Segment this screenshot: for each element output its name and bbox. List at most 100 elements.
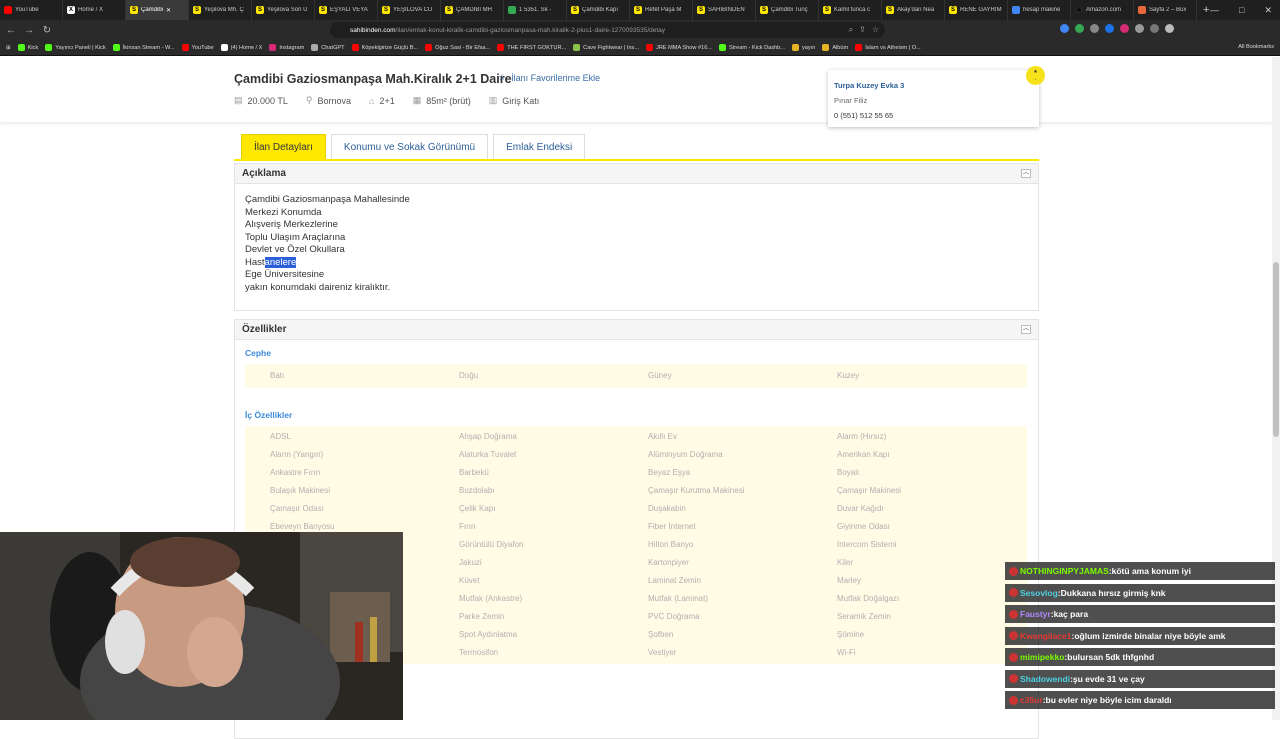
browser-tab[interactable]: S Çamdibi Kapı [567, 0, 630, 20]
profile-icon[interactable] [1165, 24, 1174, 33]
apps-icon[interactable]: ⊞ [6, 45, 11, 51]
collapse-icon[interactable]: ︿ [1021, 325, 1031, 334]
browser-tab[interactable]: 1 5351. Sk - [504, 0, 567, 20]
browser-tab[interactable]: S RENE GAYRİM [945, 0, 1008, 20]
bookmark-item[interactable]: (4) Home / X [220, 44, 263, 51]
bookmark-item[interactable]: Instagram [269, 44, 304, 51]
tab-favicon-icon [1138, 6, 1146, 14]
bookmark-favicon-icon [855, 44, 863, 51]
browser-tab[interactable]: S SAHİBİNDEN [693, 0, 756, 20]
agent-badge-icon: ★ ◦ [1026, 66, 1045, 85]
search-icon[interactable]: ⌕ [849, 25, 853, 35]
extension-icon[interactable] [1060, 24, 1069, 33]
back-icon[interactable]: ← [4, 25, 18, 36]
bookmark-favicon-icon [718, 44, 726, 51]
bookmark-label: (4) Home / X [230, 44, 263, 51]
minimize-icon[interactable]: — [1210, 5, 1219, 15]
bookmark-item[interactable]: THE FIRST GOKTUR... [497, 44, 566, 51]
bookmark-item[interactable]: Cave Fightwear | Ins... [573, 44, 639, 51]
bookmark-item[interactable]: İslam vs Atheism | O... [855, 44, 921, 51]
tab-close-icon[interactable]: ✕ [166, 7, 171, 14]
feature-item: Çamaşır Odası [270, 504, 324, 513]
feature-item: Alaturka Tuvalet [459, 450, 517, 459]
stream-chat: NOTHINGINPYJAMAS: kötü ama konum iyi Seso… [1005, 562, 1275, 713]
bookmark-item[interactable]: Kick [17, 44, 38, 51]
forward-icon[interactable]: → [22, 25, 36, 36]
browser-tab[interactable]: X Home / X [63, 0, 126, 20]
bookmark-item[interactable]: Köpeklgirize Güçlü B... [351, 44, 418, 51]
extension-icon[interactable] [1090, 24, 1099, 33]
browser-tab[interactable]: S Refet Paşa M [630, 0, 693, 20]
agent-card[interactable]: Turpa Kuzey Evka 3 Pınar Filiz 0 (551) 5… [828, 70, 1039, 127]
collapse-icon[interactable]: ︿ [1021, 169, 1031, 178]
browser-tab[interactable]: S Yeşilova Mh. Ç [189, 0, 252, 20]
bookmark-favicon-icon [112, 44, 120, 51]
floor-item: ▥ Giriş Katı [489, 95, 540, 106]
extension-icon[interactable] [1135, 24, 1144, 33]
share-icon[interactable]: ⇪ [859, 25, 866, 35]
building-icon: ▥ [488, 95, 498, 105]
description-line: Toplu Ulaşım Araçlarına [245, 231, 346, 243]
browser-tab[interactable]: YouTube [0, 0, 63, 20]
bookmark-item[interactable]: JRE MMA Show #16... [646, 44, 712, 51]
feature-item: Çamaşır Makinesi [837, 486, 902, 495]
add-favorite-link[interactable]: ☆ İlanı Favorilerime Ekle [498, 72, 600, 83]
all-bookmarks-button[interactable]: All Bookmarks [1238, 44, 1274, 50]
feature-item: Mutfak (Ankastre) [459, 594, 523, 603]
feature-item: Wi-Fi [837, 648, 856, 657]
bookmark-favicon-icon [497, 44, 505, 51]
extension-icon[interactable] [1105, 24, 1114, 33]
chat-username: Shadowendi [1020, 673, 1071, 684]
tab-favicon-icon: S [319, 6, 327, 14]
browser-tab[interactable]: S Kamil tunca c [819, 0, 882, 20]
browser-tab[interactable]: Sayfa 2 – Bux [1134, 0, 1197, 20]
bookmark-favicon-icon [45, 44, 53, 51]
description-line: Hastanelere [245, 256, 1028, 270]
bookmark-item[interactable]: YouTube [181, 44, 214, 51]
extension-icon[interactable] [1120, 24, 1129, 33]
tab-location-street-view[interactable]: Konumu ve Sokak Görünümü [330, 134, 489, 160]
browser-tab[interactable]: S ÇAMDİBİ MH [441, 0, 504, 20]
tab-title: Çamdibi Tunç [771, 7, 808, 13]
tab-real-estate-index[interactable]: Emlak Endeksi [493, 134, 586, 160]
browser-tab[interactable]: S Yeşilova Son Ü [252, 0, 315, 20]
bookmark-favicon-icon [311, 44, 319, 51]
chat-badge-icon [1009, 631, 1018, 640]
bookmark-item[interactable]: yayın [791, 44, 815, 51]
chat-message: mimipekko: bulursan 5dk thfgnhd [1005, 648, 1275, 666]
feature-item: Kartonpiyer [648, 558, 689, 567]
bookmark-label: İslam vs Atheism | O... [865, 44, 921, 51]
bookmark-label: Albüm [832, 44, 849, 51]
browser-tab[interactable]: S Çamdibi Tunç [756, 0, 819, 20]
feature-item: Laminat Zemin [648, 576, 701, 585]
maximize-icon[interactable]: □ [1239, 5, 1244, 15]
tab-title: Yeşilova Son Ü [267, 7, 308, 13]
extension-icon[interactable] [1150, 24, 1159, 33]
bookmark-star-icon[interactable]: ☆ [872, 25, 879, 35]
browser-tab[interactable]: S EŞYALI VEYA [315, 0, 378, 20]
browser-tab[interactable]: S YEŞİLOVA CU [378, 0, 441, 20]
close-icon[interactable]: ✕ [1264, 5, 1272, 16]
bookmark-item[interactable]: İkinsan Stream - W... [112, 44, 175, 51]
tab-listing-details[interactable]: İlan Detayları [241, 134, 326, 160]
browser-tab[interactable]: S Akay'dan Nea [882, 0, 945, 20]
bookmark-item[interactable]: ChatGPT [311, 44, 345, 51]
extension-icon[interactable] [1075, 24, 1084, 33]
browser-tab[interactable]: S Çamdibi ✕ [126, 0, 189, 20]
area-item: ▦ 85m² (brüt) [413, 95, 471, 106]
bookmark-item[interactable]: Stream - Kick Dashb... [718, 44, 785, 51]
feature-item: Ankastre Fırın [270, 468, 321, 477]
bookmark-item[interactable]: Yayıncı Paneli | Kick [45, 44, 106, 51]
browser-tab[interactable]: a Amazon.com [1071, 0, 1134, 20]
scrollbar-thumb[interactable] [1273, 262, 1279, 437]
bookmark-label: Yayıncı Paneli | Kick [55, 44, 106, 51]
reload-icon[interactable]: ↻ [40, 25, 54, 36]
browser-tab[interactable]: hesap makine [1008, 0, 1071, 20]
agent-name[interactable]: Turpa Kuzey Evka 3 [834, 81, 1033, 90]
floor-value: Giriş Katı [502, 95, 540, 106]
bookmark-item[interactable]: Oğuz Sasi - Bir Efsa... [425, 44, 490, 51]
url-field[interactable]: sahibinden.com/ilan/emlak-konut-kiralik-… [330, 22, 885, 38]
tab-favicon-icon [4, 6, 12, 14]
description-line: Merkezi Konumda [245, 206, 322, 218]
bookmark-item[interactable]: Albüm [822, 44, 848, 51]
